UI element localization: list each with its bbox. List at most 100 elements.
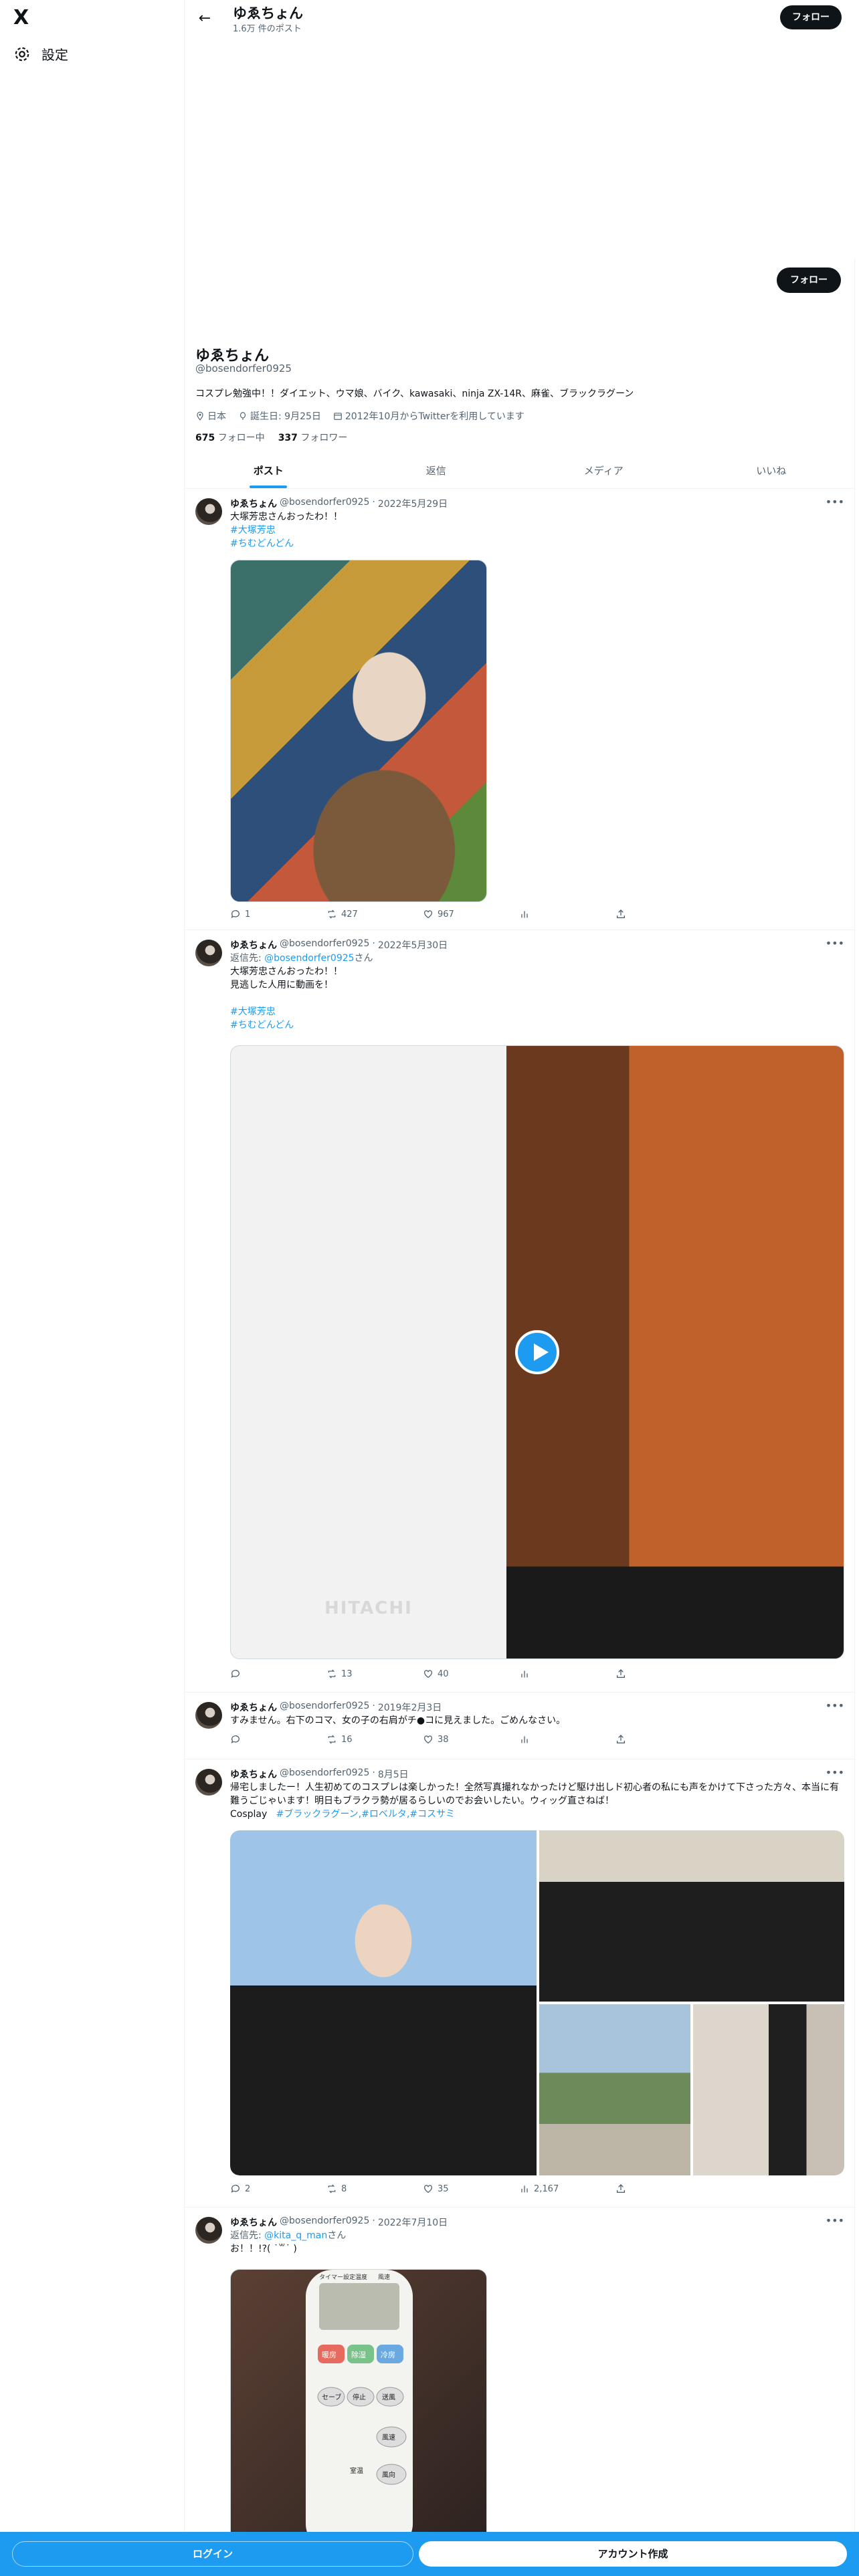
post-text: 大塚芳忠さんおったわ！！ <box>230 512 343 522</box>
gear-icon <box>15 47 29 61</box>
hashtag[interactable]: #大塚芳忠 <box>230 524 844 537</box>
nav-item-label: 設定 <box>41 47 68 63</box>
left-nav: X 設定 <box>0 0 185 2576</box>
heart-icon <box>424 1735 432 1744</box>
repost-button[interactable]: 13 <box>326 1669 423 1679</box>
like-button[interactable]: 38 <box>423 1734 519 1745</box>
video-brand-text: HITACHI <box>324 1598 413 1618</box>
play-icon[interactable] <box>515 1330 559 1374</box>
heart-icon <box>424 2185 432 2193</box>
profile-meta: 日本 誕生日: 9月25日 2012年10月からTwitterを利用しています <box>195 409 524 423</box>
avatar[interactable] <box>195 498 222 525</box>
remote-label: 冷房 <box>381 2351 395 2359</box>
reply-to: 返信先: @kita_q_manさん <box>230 2230 347 2241</box>
followers-link[interactable]: 337 フォロワー <box>278 431 348 444</box>
profile-bio: コスプレ勉強中！！ダイエット、ウマ娘、バイク、kawasaki、ninja ZX… <box>195 389 634 399</box>
avatar[interactable] <box>195 1769 222 1796</box>
repost-button[interactable]: 8 <box>326 2183 423 2194</box>
post[interactable]: ••• ゆゑちょん @bosendorfer0925 · 2019年2月3日 す… <box>185 1693 855 1759</box>
balloon-icon <box>240 412 246 420</box>
post-header: ゆゑちょん @bosendorfer0925 · 8月5日 <box>230 1767 409 1780</box>
post[interactable]: ••• ゆゑちょん @bosendorfer0925 · 2022年7月10日 … <box>185 2208 855 2550</box>
post-actions: 13 40 <box>230 1669 712 1679</box>
profile-banner <box>185 37 855 258</box>
location-pin-icon <box>197 411 203 421</box>
follow-stats: 675 フォロー中 337 フォロワー <box>195 431 347 444</box>
reply-button[interactable] <box>230 1669 326 1679</box>
repost-icon <box>328 909 336 919</box>
post-image[interactable] <box>693 2004 844 2175</box>
hashtag[interactable]: #ちむどんどん <box>230 1018 844 1032</box>
like-button[interactable]: 35 <box>423 2183 519 2194</box>
post-actions: 1 427 967 <box>230 909 712 920</box>
login-button[interactable]: ログイン <box>12 2541 413 2567</box>
post-header: ゆゑちょん @bosendorfer0925 · 2022年5月30日 <box>230 938 448 951</box>
share-icon <box>617 909 625 918</box>
remote-control-illustration: タイマー 設定温度 風速 暖房 除湿 冷房 セーブ 停止 送風 風速 室温 風向 <box>306 2270 413 2549</box>
avatar[interactable] <box>195 2217 222 2244</box>
like-button[interactable]: 40 <box>423 1669 519 1679</box>
post-image[interactable] <box>539 1830 844 2002</box>
repost-button[interactable]: 427 <box>326 909 423 920</box>
remote-label: 風速 <box>382 2434 395 2442</box>
profile-header-bar: ← ゆゑちょん 1.6万 件のポスト フォロー <box>185 0 855 37</box>
tab-posts[interactable]: ポスト <box>185 453 353 488</box>
post[interactable]: ••• ゆゑちょん @bosendorfer0925 · 8月5日 帰宅しました… <box>185 1759 855 2208</box>
hashtag[interactable]: #ちむどんどん <box>230 537 844 550</box>
avatar[interactable] <box>195 940 222 966</box>
reply-button[interactable] <box>230 1734 326 1745</box>
reply-icon <box>231 910 240 918</box>
reply-button[interactable]: 2 <box>230 2183 326 2194</box>
bar-chart-icon <box>521 1736 528 1743</box>
post[interactable]: ••• ゆゑちょん @bosendorfer0925 · 2022年5月29日 … <box>185 489 855 930</box>
location: 日本 <box>195 409 226 423</box>
post-image[interactable] <box>230 560 487 902</box>
views-button[interactable]: 2,167 <box>519 2183 615 2194</box>
hashtag[interactable]: #大塚芳忠 <box>230 1005 844 1018</box>
following-link[interactable]: 675 フォロー中 <box>195 431 265 444</box>
post-video[interactable]: HITACHI <box>230 1045 844 1659</box>
post-text: お！！!?( ˙꒳˙ ) <box>230 2244 297 2254</box>
header-follow-button[interactable]: フォロー <box>780 5 842 29</box>
share-button[interactable] <box>615 1734 712 1745</box>
bar-chart-icon <box>521 1671 528 1678</box>
avatar[interactable] <box>195 1702 222 1729</box>
calendar-icon <box>334 413 342 420</box>
post-header: ゆゑちょん @bosendorfer0925 · 2022年5月29日 <box>230 497 448 510</box>
share-icon <box>617 2184 625 2193</box>
post-image[interactable] <box>230 1830 537 2175</box>
main-column: ← ゆゑちょん 1.6万 件のポスト フォロー フォロー ゆゑちょん @bose… <box>185 0 855 2576</box>
views-button[interactable] <box>519 1734 615 1745</box>
birthday: 誕生日: 9月25日 <box>238 409 321 423</box>
reply-icon <box>231 1670 240 1678</box>
share-icon <box>617 1735 625 1743</box>
follow-button[interactable]: フォロー <box>777 267 841 293</box>
post-image[interactable] <box>539 2004 690 2175</box>
tab-media[interactable]: メディア <box>520 453 688 488</box>
share-button[interactable] <box>615 2183 712 2194</box>
bar-chart-icon <box>521 2185 528 2193</box>
like-button[interactable]: 967 <box>423 909 519 920</box>
header-name: ゆゑちょん <box>233 5 303 21</box>
nav-item-settings[interactable]: 設定 <box>13 44 68 64</box>
reply-button[interactable]: 1 <box>230 909 326 920</box>
back-arrow-icon[interactable]: ← <box>194 8 215 29</box>
share-button[interactable] <box>615 1669 712 1679</box>
post[interactable]: ••• ゆゑちょん @bosendorfer0925 · 2022年5月30日 … <box>185 930 855 1693</box>
signup-button[interactable]: アカウント作成 <box>419 2541 847 2567</box>
repost-button[interactable]: 16 <box>326 1734 423 1745</box>
reply-icon <box>231 2185 240 2193</box>
tab-likes[interactable]: いいね <box>688 453 856 488</box>
share-button[interactable] <box>615 909 712 920</box>
bar-chart-icon <box>521 911 528 918</box>
views-button[interactable] <box>519 1669 615 1679</box>
heart-icon <box>424 910 432 919</box>
views-button[interactable] <box>519 909 615 920</box>
repost-icon <box>328 1735 336 1744</box>
post-image[interactable]: タイマー 設定温度 風速 暖房 除湿 冷房 セーブ 停止 送風 風速 室温 風向 <box>230 2269 487 2550</box>
tab-replies[interactable]: 返信 <box>353 453 520 488</box>
post-tags-line: Cosplay #ブラックラグーン,#ロベルタ,#コスサミ <box>230 1809 456 1820</box>
x-logo-icon[interactable]: X <box>13 8 33 28</box>
post-text: 帰宅しましたー！人生初めてのコスプレは楽しかった！全然写真撮れなかったけど駆け出… <box>230 1782 839 1806</box>
remote-label: 停止 <box>353 2393 366 2401</box>
